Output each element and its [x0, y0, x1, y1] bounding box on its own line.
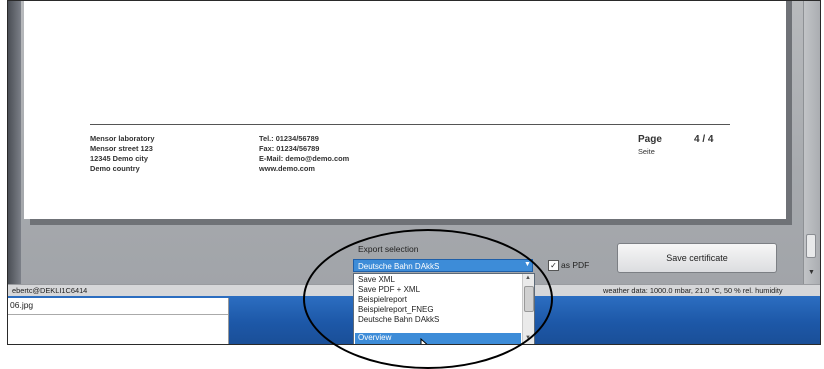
chevron-down-icon[interactable]: ▼: [524, 261, 531, 268]
scroll-down-arrow-icon[interactable]: ▼: [808, 269, 815, 276]
page-label: Page: [638, 134, 662, 145]
file-tab-label: 06.jpg: [10, 300, 34, 310]
contact-tel: Tel.: 01234/56789: [259, 134, 319, 143]
company-name: Mensor laboratory: [90, 134, 155, 143]
export-selection-label: Export selection: [358, 244, 419, 254]
export-selection-dropdown[interactable]: Deutsche Bahn DAkkS: [353, 259, 533, 272]
company-street: Mensor street 123: [90, 144, 153, 153]
export-options-list[interactable]: Save XML Save PDF + XML Beispielreport B…: [353, 273, 535, 344]
document-preview: Mensor laboratory Mensor street 123 1234…: [24, 1, 786, 219]
company-city: 12345 Demo city: [90, 154, 148, 163]
mouse-pointer-icon: [420, 338, 428, 344]
file-tab-divider: [8, 314, 228, 315]
page-number: 4 / 4: [694, 134, 714, 145]
page-label-german: Seite: [638, 147, 655, 156]
scrollbar-thumb[interactable]: [806, 234, 816, 258]
footer-divider: [90, 124, 730, 125]
as-pdf-checkbox[interactable]: ✓: [548, 260, 559, 271]
arrow-down-icon[interactable]: ▼: [525, 335, 531, 341]
company-country: Demo country: [90, 164, 140, 173]
file-tab[interactable]: [8, 298, 229, 344]
contact-web: www.demo.com: [259, 164, 315, 173]
left-edge-strip: [8, 1, 21, 284]
option-beispielreport[interactable]: Beispielreport: [358, 295, 407, 305]
status-user: ebertc@DEKLI1C6414: [12, 286, 88, 295]
contact-fax: Fax: 01234/56789: [259, 144, 320, 153]
option-save-pdf-xml[interactable]: Save PDF + XML: [358, 285, 420, 295]
options-scrollbar-thumb[interactable]: [524, 286, 534, 312]
contact-email: E-Mail: demo@demo.com: [259, 154, 350, 163]
status-weather: weather data: 1000.0 mbar, 21.0 °C, 50 %…: [603, 286, 783, 295]
save-certificate-button[interactable]: Save certificate: [617, 243, 777, 273]
option-beispielreport-fneg[interactable]: Beispielreport_FNEG: [358, 305, 434, 315]
option-deutsche-bahn-dakks[interactable]: Deutsche Bahn DAkkS: [358, 315, 439, 325]
option-overview[interactable]: Overview: [358, 333, 391, 343]
arrow-up-icon[interactable]: ▲: [525, 275, 531, 281]
application-window: Mensor laboratory Mensor street 123 1234…: [7, 0, 821, 345]
options-scrollbar[interactable]: ▲ ▼: [522, 274, 534, 344]
option-save-xml[interactable]: Save XML: [358, 275, 395, 285]
as-pdf-label: as PDF: [561, 260, 590, 270]
